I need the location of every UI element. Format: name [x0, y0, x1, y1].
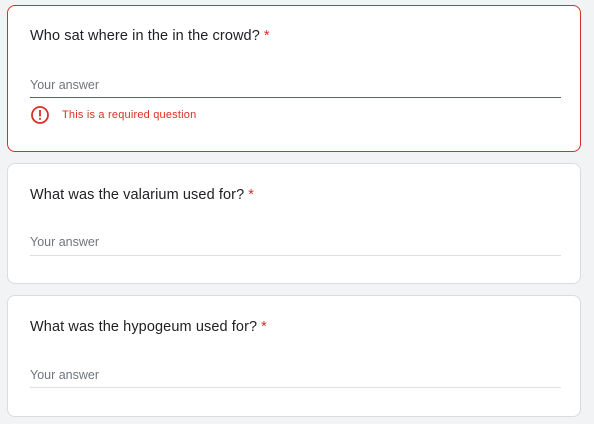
- answer-underline: [30, 255, 561, 256]
- question-text: Who sat where in the in the crowd?: [30, 28, 260, 44]
- answer-underline: [30, 97, 561, 98]
- required-asterisk: *: [263, 28, 270, 44]
- answer-input-3[interactable]: [30, 363, 561, 387]
- question-card-3: What was the hypogeum used for? *: [7, 295, 581, 417]
- error-message: This is a required question: [30, 104, 196, 126]
- required-asterisk: *: [261, 319, 267, 335]
- question-title: What was the hypogeum used for? *: [30, 319, 267, 335]
- question-title: Who sat where in the in the crowd? *: [30, 28, 270, 44]
- error-circle-icon: [30, 105, 50, 125]
- answer-input-2[interactable]: [30, 230, 561, 254]
- question-title: What was the valarium used for? *: [30, 187, 254, 203]
- answer-underline: [30, 387, 561, 388]
- question-card-1: Who sat where in the in the crowd?* This…: [7, 5, 581, 152]
- question-text: What was the hypogeum used for?: [30, 319, 258, 335]
- answer-input-1[interactable]: [30, 73, 561, 97]
- error-text: This is a required question: [62, 109, 197, 121]
- question-card-2: What was the valarium used for? *: [7, 163, 581, 284]
- required-asterisk: *: [248, 187, 254, 203]
- question-text: What was the valarium used for?: [30, 187, 245, 203]
